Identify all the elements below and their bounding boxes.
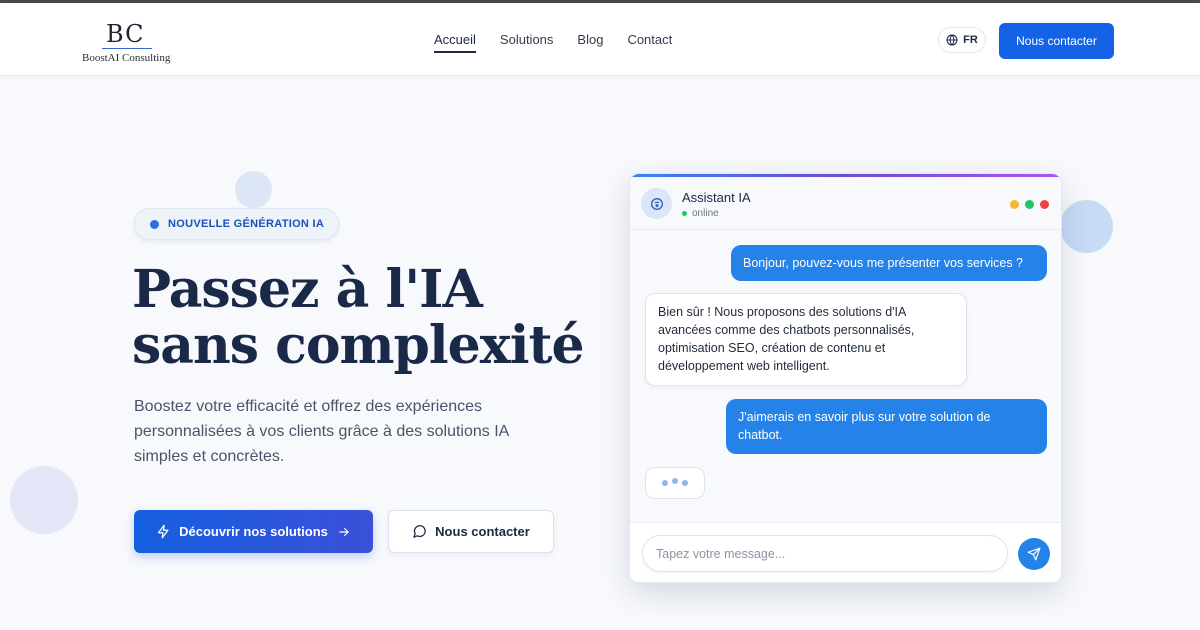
nav-item-blog[interactable]: Blog	[577, 33, 603, 53]
chat-bubble-icon	[413, 525, 426, 538]
logo-mark: BC	[106, 20, 145, 48]
user-message: Bonjour, pouvez-vous me présenter vos se…	[731, 245, 1047, 281]
hero-contact-label: Nous contacter	[435, 524, 530, 539]
typing-indicator	[645, 467, 705, 499]
hero-title-line1: Passez à l'IA	[132, 259, 483, 320]
send-icon	[1027, 547, 1041, 561]
language-label: FR	[963, 34, 978, 46]
red-dot-icon	[1040, 200, 1049, 209]
chat-header: Assistant IA online	[630, 177, 1061, 230]
hero-title-line2: sans complexité	[132, 315, 585, 376]
chat-widget: Assistant IA online Bonjour, pouvez-vous…	[629, 173, 1062, 583]
nav-item-solutions[interactable]: Solutions	[500, 33, 553, 53]
decorative-circle	[1060, 200, 1113, 253]
yellow-dot-icon	[1010, 200, 1019, 209]
discover-solutions-label: Découvrir nos solutions	[179, 524, 328, 539]
nav-item-contact[interactable]: Contact	[627, 33, 672, 53]
chat-messages: Bonjour, pouvez-vous me présenter vos se…	[630, 230, 1061, 522]
send-button[interactable]	[1018, 538, 1050, 570]
badge-dot-icon	[150, 219, 159, 229]
site-header: BC BoostAI Consulting Accueil Solutions …	[0, 3, 1200, 76]
language-switcher[interactable]: FR	[938, 27, 986, 53]
logo-underline	[102, 48, 152, 49]
bot-icon	[650, 197, 663, 210]
logo-name: BoostAI Consulting	[82, 52, 171, 64]
green-dot-icon	[1025, 200, 1034, 209]
decorative-circle	[235, 171, 272, 208]
hero-badge: NOUVELLE GÉNÉRATION IA	[134, 208, 339, 240]
user-message: J'aimerais en savoir plus sur votre solu…	[726, 399, 1047, 454]
window-controls	[1004, 200, 1049, 209]
decorative-circle	[10, 466, 78, 534]
assistant-status: online	[682, 208, 719, 219]
assistant-status-label: online	[692, 208, 719, 219]
chat-message-input[interactable]	[642, 535, 1008, 572]
typing-dot	[662, 480, 668, 486]
badge-label: NOUVELLE GÉNÉRATION IA	[168, 218, 325, 230]
assistant-name: Assistant IA	[682, 190, 751, 205]
arrow-right-icon	[339, 527, 349, 536]
nav-item-accueil[interactable]: Accueil	[434, 33, 476, 53]
bot-message: Bien sûr ! Nous proposons des solutions …	[645, 293, 967, 386]
online-dot-icon	[682, 211, 687, 216]
typing-dot	[672, 478, 678, 484]
assistant-avatar	[641, 188, 672, 219]
lightning-icon	[157, 524, 169, 539]
globe-icon	[946, 34, 958, 46]
logo[interactable]: BC BoostAI Consulting	[82, 21, 182, 64]
hero-lead: Boostez votre efficacité et offrez des e…	[134, 398, 509, 465]
hero-title: Passez à l'IA sans complexité	[132, 262, 612, 374]
chat-input-bar	[630, 522, 1061, 582]
header-contact-button[interactable]: Nous contacter	[999, 23, 1114, 59]
hero-contact-button[interactable]: Nous contacter	[388, 510, 554, 553]
discover-solutions-button[interactable]: Découvrir nos solutions	[134, 510, 373, 553]
typing-dot	[682, 480, 688, 486]
main-nav: Accueil Solutions Blog Contact	[434, 33, 696, 53]
